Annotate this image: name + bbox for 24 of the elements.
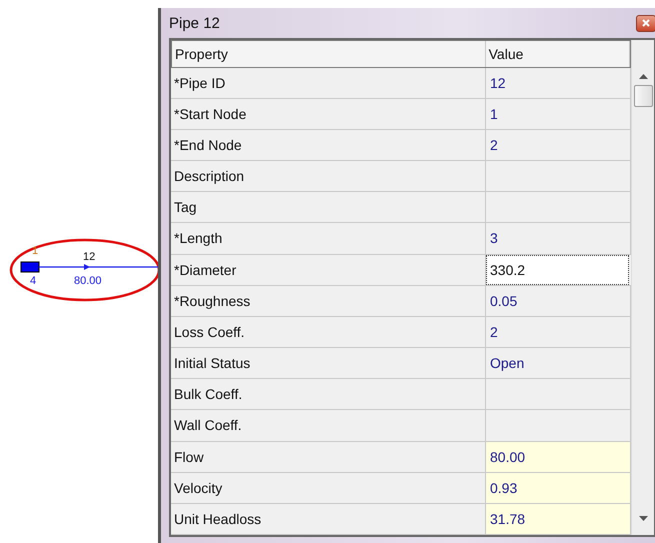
property-cell: Loss Coeff. bbox=[171, 316, 486, 348]
value-cell[interactable]: 31.78 bbox=[486, 504, 631, 534]
property-cell: Tag bbox=[171, 192, 486, 222]
vertical-scrollbar[interactable] bbox=[631, 40, 654, 535]
close-icon bbox=[642, 19, 650, 27]
property-cell: *Pipe ID bbox=[171, 68, 486, 98]
property-cell: *Length bbox=[171, 223, 486, 254]
scroll-down-icon[interactable] bbox=[638, 516, 648, 521]
window-title: Pipe 12 bbox=[169, 14, 220, 32]
property-cell: *End Node bbox=[171, 130, 486, 160]
property-cell: *Start Node bbox=[171, 98, 486, 129]
property-cell: *Roughness bbox=[171, 286, 486, 316]
property-cell: Description bbox=[171, 161, 486, 192]
property-cell: Wall Coeff. bbox=[171, 410, 486, 440]
column-header: Value bbox=[486, 41, 630, 67]
value-cell[interactable]: 80.00 bbox=[486, 442, 631, 472]
close-button[interactable] bbox=[636, 14, 655, 32]
column-header: Property bbox=[172, 41, 486, 67]
property-cell: Initial Status bbox=[171, 348, 486, 378]
value-input-field[interactable]: 330.2 bbox=[486, 254, 629, 285]
value-cell[interactable]: 0.93 bbox=[486, 472, 631, 503]
property-cell: Bulk Coeff. bbox=[171, 379, 486, 410]
scroll-thumb[interactable] bbox=[634, 85, 652, 107]
scroll-up-icon[interactable] bbox=[638, 74, 648, 79]
